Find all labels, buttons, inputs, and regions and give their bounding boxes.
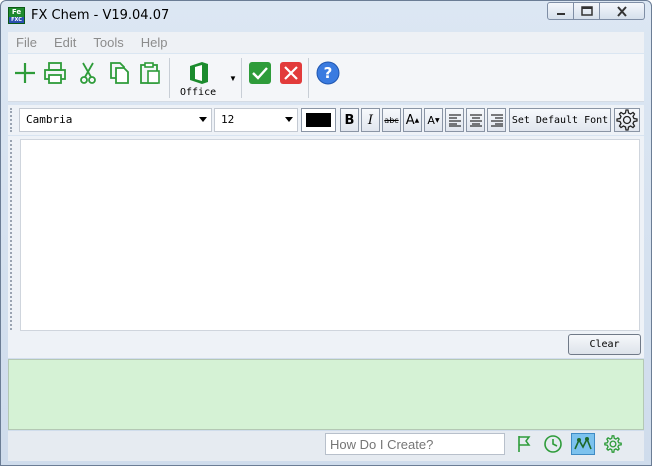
align-left-button[interactable]	[445, 108, 464, 132]
office-label: Office	[180, 87, 217, 98]
app-icon: Fe FXC	[8, 7, 25, 24]
app-icon-subtext: FXC	[9, 17, 24, 23]
copy-button[interactable]	[106, 60, 132, 86]
check-icon	[249, 62, 271, 84]
italic-icon: I	[367, 112, 374, 128]
menu-tools[interactable]: Tools	[85, 35, 132, 50]
status-bar	[8, 431, 644, 461]
font-size-value: 12	[221, 113, 235, 126]
help-icon: ?	[316, 61, 340, 85]
help-button[interactable]: ?	[315, 60, 341, 86]
menu-file[interactable]: File	[8, 35, 46, 50]
minimize-button[interactable]	[547, 2, 574, 20]
bold-button[interactable]: B	[340, 108, 359, 132]
chevron-down-icon	[199, 117, 207, 122]
svg-text:?: ?	[324, 64, 333, 82]
minimize-icon	[556, 13, 565, 15]
history-button[interactable]	[541, 433, 565, 455]
font-increase-icon: A	[405, 112, 415, 128]
set-default-font-button[interactable]: Set Default Font	[509, 108, 611, 132]
align-left-icon	[448, 114, 461, 127]
panel-grip[interactable]	[10, 140, 14, 330]
settings-icon	[604, 435, 622, 453]
editor-panel: Clear	[8, 136, 644, 358]
toolbar-separator	[169, 58, 170, 98]
flag-icon	[518, 436, 531, 452]
chevron-down-icon	[285, 117, 293, 122]
strikethrough-button[interactable]: abc	[382, 108, 401, 132]
maximize-icon	[580, 6, 593, 16]
flag-button[interactable]	[512, 433, 536, 455]
accept-button[interactable]	[247, 60, 273, 86]
print-button[interactable]	[42, 60, 68, 86]
text-editor[interactable]	[20, 139, 640, 331]
cancel-icon	[280, 62, 302, 84]
strikethrough-icon: abc	[384, 115, 399, 125]
align-right-icon	[490, 114, 503, 127]
title-bar[interactable]: Fe FXC FX Chem - V19.04.07	[1, 1, 651, 31]
output-panel[interactable]	[8, 359, 644, 430]
gear-icon	[616, 109, 638, 131]
office-icon	[190, 62, 208, 84]
toolbar-grip[interactable]	[10, 108, 14, 132]
align-center-button[interactable]	[466, 108, 485, 132]
app-window: Fe FXC FX Chem - V19.04.07 File Edit Too…	[0, 0, 652, 466]
increase-font-button[interactable]: A ▲	[403, 108, 422, 132]
color-swatch	[306, 113, 331, 127]
text-color-button[interactable]	[301, 108, 336, 132]
toolbar: Office ▼ ?	[8, 54, 644, 102]
window-controls	[547, 2, 645, 20]
cut-button[interactable]	[75, 60, 101, 86]
align-right-button[interactable]	[487, 108, 506, 132]
font-decrease-icon: A	[427, 113, 435, 127]
menu-edit[interactable]: Edit	[46, 35, 85, 50]
structure-view-button[interactable]	[571, 433, 595, 455]
new-icon	[15, 63, 35, 83]
settings-button[interactable]	[601, 433, 625, 455]
font-family-select[interactable]: Cambria	[19, 108, 212, 132]
decrease-font-button[interactable]: A ▼	[424, 108, 443, 132]
menu-bar: File Edit Tools Help	[8, 32, 644, 53]
maximize-button[interactable]	[574, 2, 600, 20]
format-toolbar: Cambria 12 B I abc A ▲ A ▼ Set Default F…	[8, 105, 644, 135]
office-dropdown-icon[interactable]: ▼	[229, 74, 237, 83]
structure-icon	[574, 437, 592, 450]
toolbar-separator	[308, 58, 309, 98]
history-icon	[544, 435, 562, 453]
paste-button[interactable]	[137, 60, 163, 86]
how-do-i-search-input[interactable]	[325, 433, 505, 455]
app-icon-text: Fe	[11, 8, 22, 16]
copy-icon	[110, 62, 129, 84]
cut-icon	[80, 62, 96, 84]
clear-button[interactable]: Clear	[568, 334, 641, 355]
window-title: FX Chem - V19.04.07	[31, 8, 170, 23]
format-settings-button[interactable]	[614, 108, 640, 132]
cancel-button[interactable]	[278, 60, 304, 86]
font-family-value: Cambria	[26, 113, 73, 126]
align-center-icon	[469, 114, 482, 127]
new-button[interactable]	[12, 60, 38, 86]
italic-button[interactable]: I	[361, 108, 380, 132]
toolbar-separator	[241, 58, 242, 98]
print-icon	[44, 62, 66, 84]
menu-help[interactable]: Help	[133, 35, 177, 50]
office-button[interactable]	[186, 60, 212, 86]
paste-icon	[140, 62, 160, 84]
font-size-select[interactable]: 12	[214, 108, 298, 132]
bold-icon: B	[344, 112, 355, 128]
close-button[interactable]	[600, 2, 645, 20]
close-icon	[617, 5, 627, 17]
